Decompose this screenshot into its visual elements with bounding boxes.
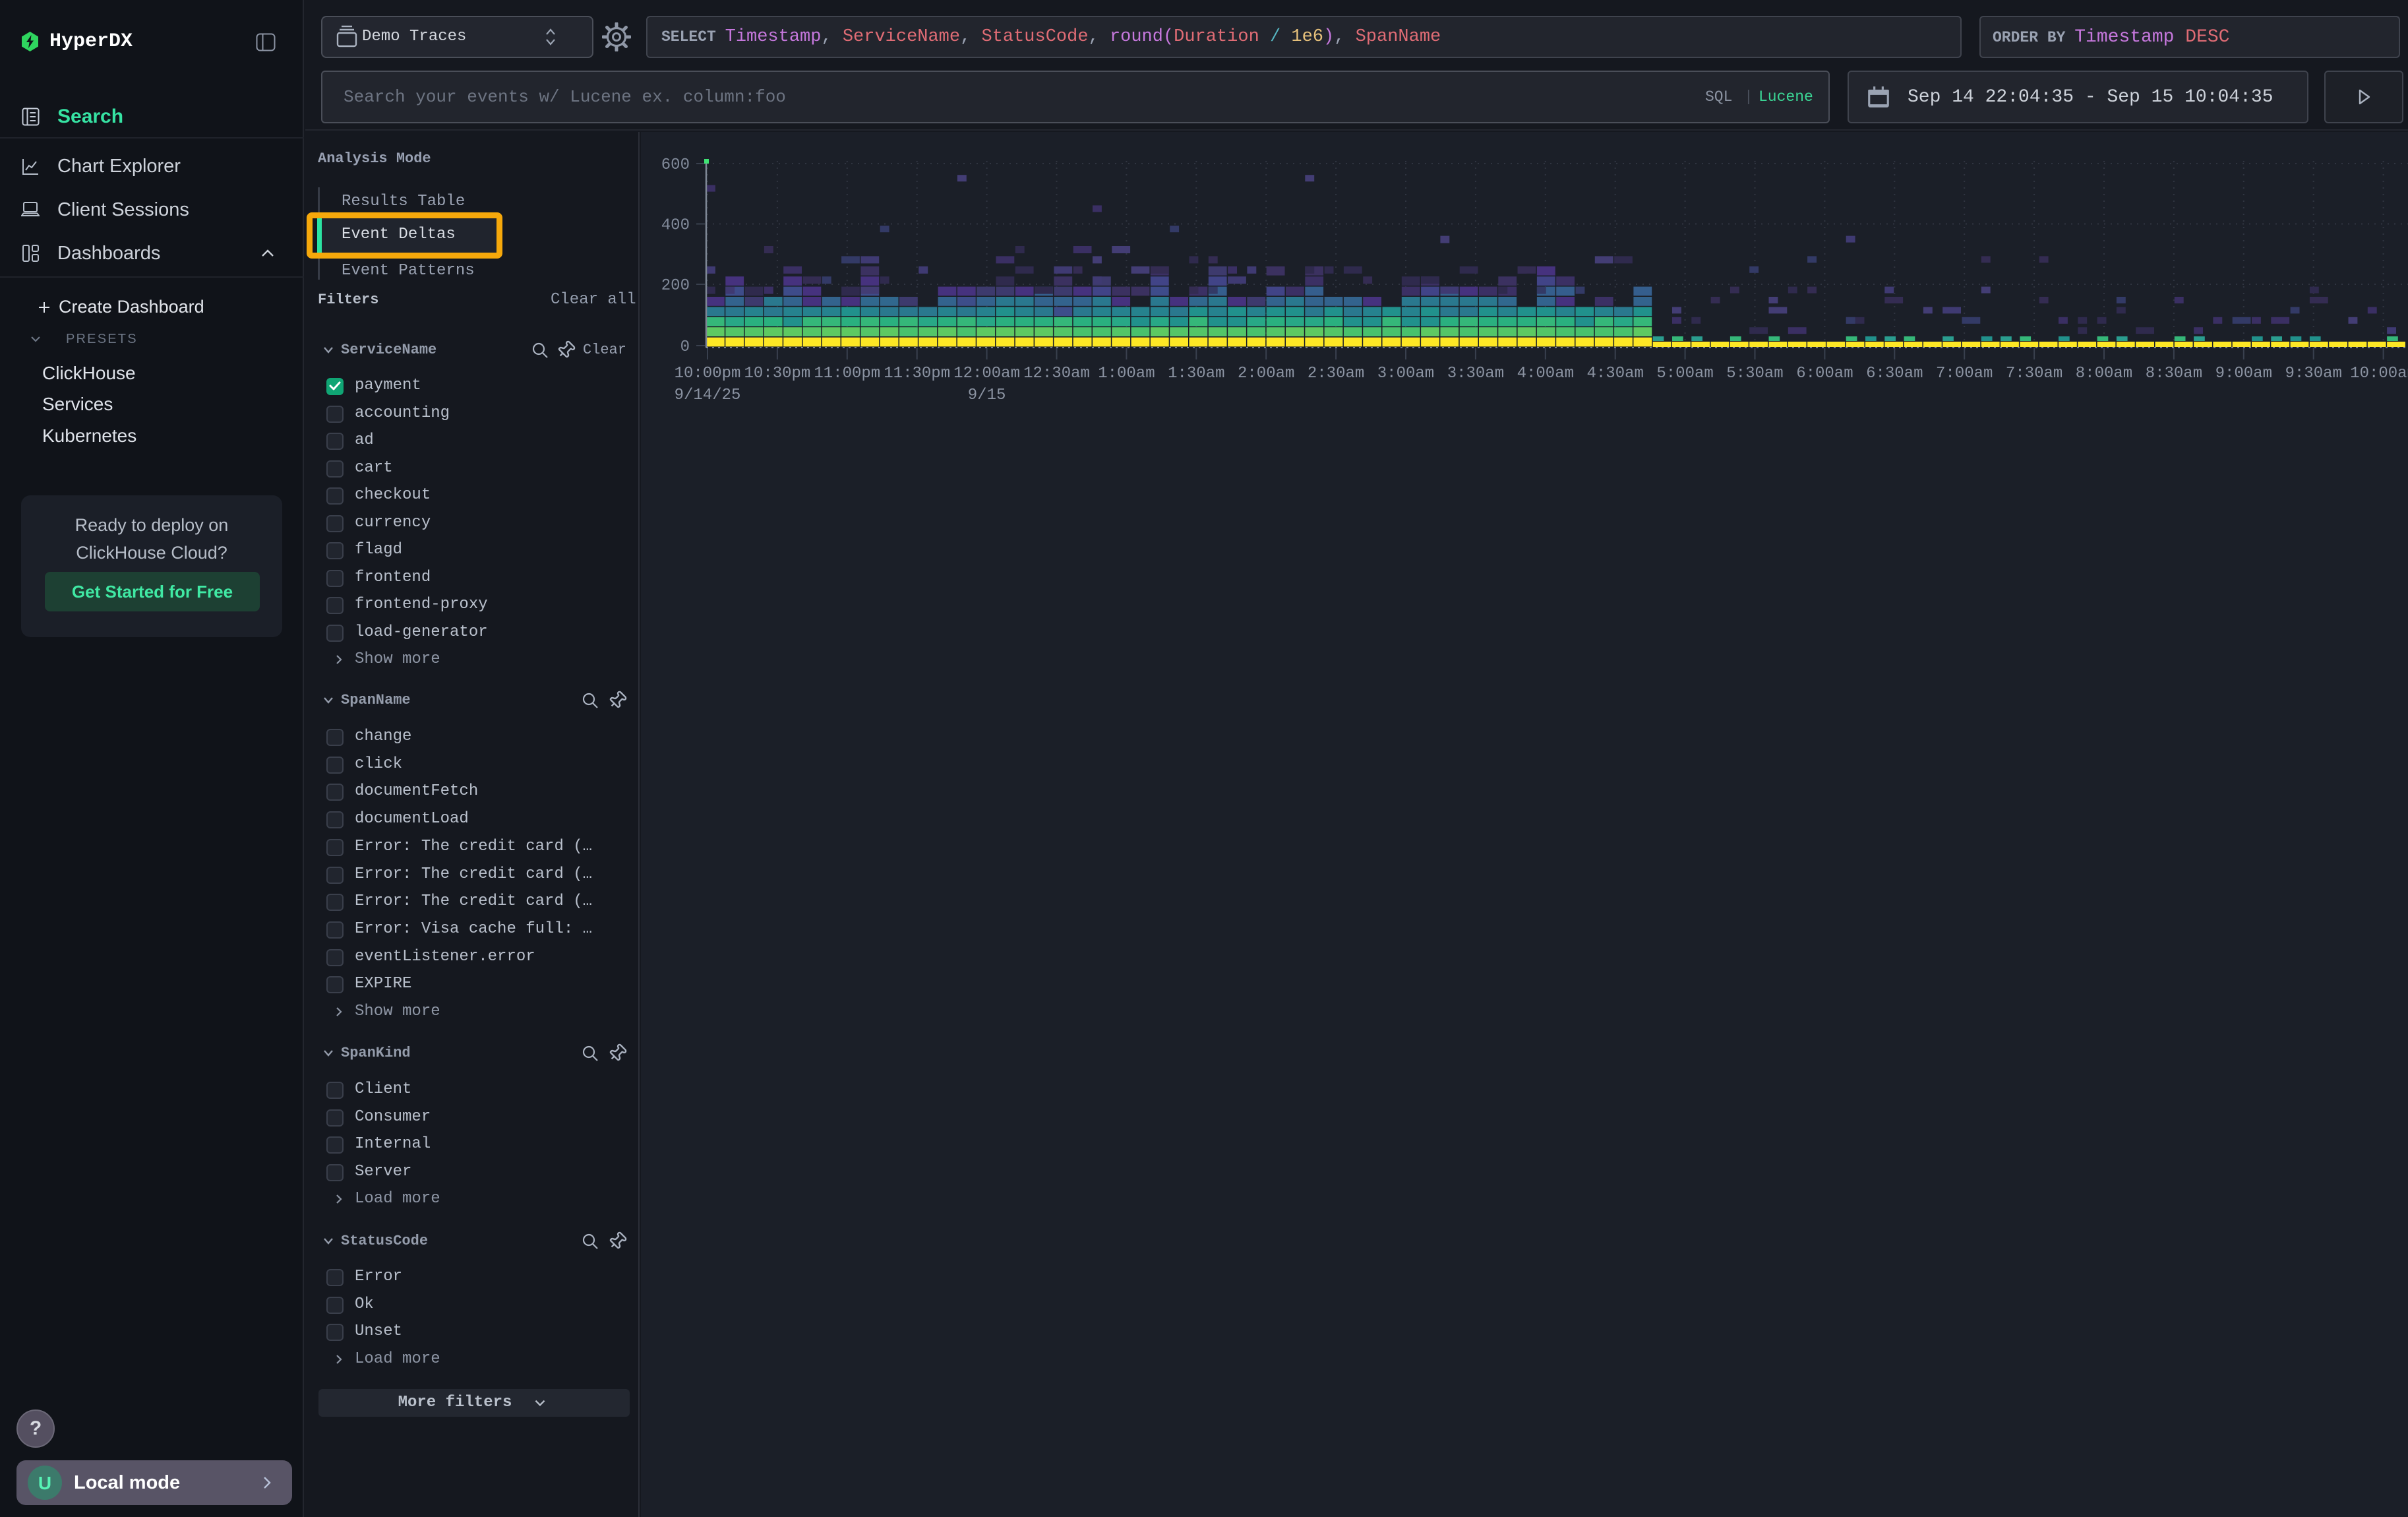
svg-text:8:00am: 8:00am xyxy=(2076,365,2132,383)
svg-text:12:30am: 12:30am xyxy=(1023,365,1090,383)
svg-text:9/15: 9/15 xyxy=(968,387,1006,404)
svg-text:1:00am: 1:00am xyxy=(1098,365,1155,383)
svg-text:200: 200 xyxy=(661,277,690,295)
svg-text:9:00am: 9:00am xyxy=(2215,365,2272,383)
svg-text:6:30am: 6:30am xyxy=(1866,365,1923,383)
svg-text:3:30am: 3:30am xyxy=(1447,365,1504,383)
svg-text:600: 600 xyxy=(661,156,690,174)
svg-text:9/14/25: 9/14/25 xyxy=(675,387,741,404)
svg-text:0: 0 xyxy=(680,338,690,356)
svg-text:11:30pm: 11:30pm xyxy=(884,365,950,383)
svg-text:10:00pm: 10:00pm xyxy=(675,365,741,383)
svg-text:12:00am: 12:00am xyxy=(953,365,1020,383)
svg-text:5:00am: 5:00am xyxy=(1656,365,1713,383)
svg-text:9:30am: 9:30am xyxy=(2285,365,2341,383)
svg-text:2:30am: 2:30am xyxy=(1308,365,1364,383)
svg-text:5:30am: 5:30am xyxy=(1726,365,1783,383)
svg-text:10:30pm: 10:30pm xyxy=(744,365,810,383)
svg-text:6:00am: 6:00am xyxy=(1796,365,1853,383)
svg-text:7:00am: 7:00am xyxy=(1936,365,1993,383)
svg-text:8:30am: 8:30am xyxy=(2146,365,2202,383)
svg-text:400: 400 xyxy=(661,217,690,235)
svg-text:4:00am: 4:00am xyxy=(1517,365,1574,383)
svg-text:7:30am: 7:30am xyxy=(2006,365,2062,383)
svg-text:11:00pm: 11:00pm xyxy=(814,365,880,383)
svg-text:10:00am: 10:00am xyxy=(2350,365,2408,383)
svg-text:4:30am: 4:30am xyxy=(1586,365,1643,383)
svg-text:2:00am: 2:00am xyxy=(1238,365,1294,383)
svg-text:3:00am: 3:00am xyxy=(1377,365,1434,383)
svg-text:1:30am: 1:30am xyxy=(1168,365,1224,383)
